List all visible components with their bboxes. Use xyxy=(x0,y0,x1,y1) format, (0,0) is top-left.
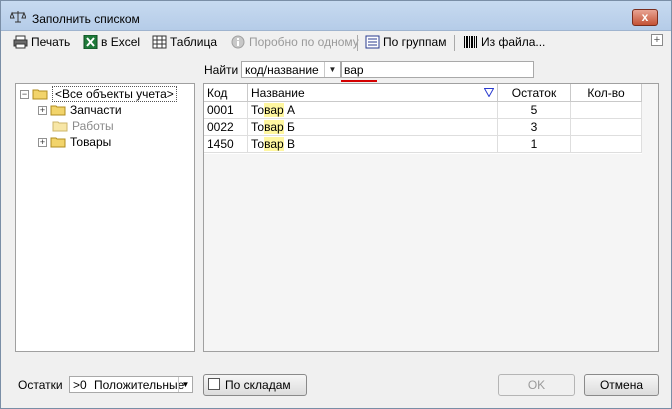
table-row-name[interactable]: Товар А xyxy=(248,102,498,119)
column-header-name[interactable]: Название xyxy=(248,84,498,102)
items-grid[interactable]: Код Название Остаток Кол-во 0001 Товар А… xyxy=(203,83,659,352)
ok-button[interactable]: OK xyxy=(498,374,575,396)
table-button[interactable]: Таблица xyxy=(152,34,217,50)
chevron-down-icon[interactable]: ▼ xyxy=(324,62,340,77)
table-row-code[interactable]: 0022 xyxy=(204,119,248,136)
rest-label: Остатки xyxy=(18,378,63,392)
name-text: То xyxy=(251,120,265,134)
name-text: А xyxy=(283,103,296,117)
find-label: Найти xyxy=(204,63,239,77)
search-mode-value: код/название xyxy=(245,63,319,77)
folder-icon xyxy=(52,121,68,132)
toolbar: Печать в Excel Таблица Поробно по одному… xyxy=(1,31,671,53)
folder-icon xyxy=(50,137,66,148)
toolbar-divider xyxy=(454,35,455,51)
barcode-icon xyxy=(464,36,477,48)
search-highlight: вар xyxy=(264,120,284,134)
table-row-stock[interactable]: 1 xyxy=(498,136,571,153)
table-row-name[interactable]: Товар В xyxy=(248,136,498,153)
table-row-code[interactable]: 1450 xyxy=(204,136,248,153)
table-row-stock[interactable]: 3 xyxy=(498,119,571,136)
rest-operator: >0 xyxy=(73,378,87,392)
column-header-qty[interactable]: Кол-во xyxy=(571,84,642,102)
column-header-stock[interactable]: Остаток xyxy=(498,84,571,102)
tree-item-goods[interactable]: + Товары xyxy=(38,134,111,150)
tree-item-label: Работы xyxy=(72,119,114,133)
table-row-name[interactable]: Товар Б xyxy=(248,119,498,136)
table-row-stock[interactable]: 5 xyxy=(498,102,571,119)
print-button[interactable]: Печать xyxy=(13,34,70,50)
by-warehouses-checkbox[interactable] xyxy=(208,378,220,390)
spellcheck-underline xyxy=(341,80,377,82)
table-row-qty[interactable] xyxy=(571,119,642,136)
filter-triangle-icon[interactable] xyxy=(484,88,494,97)
by-warehouses-label: По складам xyxy=(225,378,291,392)
one-by-one-button[interactable]: Поробно по одному xyxy=(231,34,359,50)
tree-item-works[interactable]: Работы xyxy=(52,118,114,134)
name-text: То xyxy=(251,103,265,117)
by-groups-button[interactable]: По группам xyxy=(365,34,446,50)
list-icon xyxy=(365,35,380,49)
column-header-code[interactable]: Код xyxy=(204,84,248,102)
plus-icon: + xyxy=(653,34,661,46)
info-icon xyxy=(231,35,245,49)
search-mode-select[interactable]: код/название ▼ xyxy=(241,61,341,78)
by-groups-label: По группам xyxy=(383,35,447,49)
folder-icon xyxy=(50,105,66,116)
search-highlight: вар xyxy=(264,137,284,151)
tree-item-label: Товары xyxy=(70,135,112,149)
rest-filter-select[interactable]: >0 Положительные ▼ xyxy=(69,376,193,393)
excel-button[interactable]: в Excel xyxy=(83,34,140,50)
toolbar-divider xyxy=(357,35,358,51)
tree-item-spare-parts[interactable]: + Запчасти xyxy=(38,102,122,118)
table-label: Таблица xyxy=(170,35,218,49)
collapse-icon[interactable]: − xyxy=(20,89,29,99)
tree-root[interactable]: − <Все объекты учета> xyxy=(20,86,177,102)
scales-icon xyxy=(10,11,26,23)
rest-value: Положительные xyxy=(94,378,185,392)
tree-root-label: <Все объекты учета> xyxy=(52,86,177,102)
grid-body: Код Название Остаток Кол-во 0001 Товар А… xyxy=(204,84,642,154)
excel-icon xyxy=(83,35,98,49)
search-highlight: вар xyxy=(264,103,284,117)
excel-label: в Excel xyxy=(101,35,141,49)
title-bar: Заполнить списком x xyxy=(1,1,671,31)
table-row-code[interactable]: 0001 xyxy=(204,102,248,119)
close-icon: x xyxy=(641,10,649,24)
print-label: Печать xyxy=(31,35,71,49)
from-file-button[interactable]: Из файла... xyxy=(463,34,545,50)
window-title: Заполнить списком xyxy=(32,12,140,26)
one-by-one-label: Поробно по одному xyxy=(249,35,359,49)
name-text: В xyxy=(283,137,296,151)
table-row-qty[interactable] xyxy=(571,136,642,153)
cancel-button[interactable]: Отмена xyxy=(584,374,659,396)
column-header-label: Название xyxy=(251,86,305,100)
chevron-down-icon[interactable]: ▼ xyxy=(178,377,192,392)
from-file-label: Из файла... xyxy=(481,35,546,49)
search-input[interactable] xyxy=(341,61,534,78)
table-icon xyxy=(152,35,167,49)
close-button[interactable]: x xyxy=(632,9,658,26)
folder-open-icon xyxy=(32,89,48,100)
dialog-window: Заполнить списком x Печать в Excel Табли… xyxy=(0,0,672,409)
expand-icon[interactable]: + xyxy=(38,105,47,115)
name-text: Б xyxy=(283,120,295,134)
name-text: То xyxy=(251,137,265,151)
tree-item-label: Запчасти xyxy=(70,103,122,117)
printer-icon xyxy=(13,35,28,49)
category-tree[interactable]: − <Все объекты учета> + Запчасти Работы … xyxy=(15,83,195,352)
expand-icon[interactable]: + xyxy=(38,137,47,147)
table-row-qty[interactable] xyxy=(571,102,642,119)
expand-toolbar-button[interactable]: + xyxy=(651,34,663,46)
